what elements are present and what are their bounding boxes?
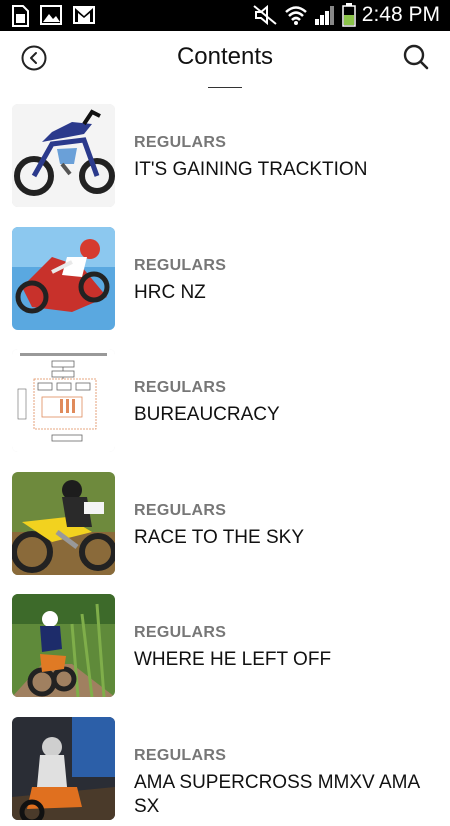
search-icon — [402, 43, 430, 71]
field-rider-photo — [12, 594, 115, 697]
sim-card-icon — [10, 5, 30, 27]
item-title: WHERE HE LEFT OFF — [134, 648, 434, 672]
status-time: 2:48 PM — [362, 3, 440, 27]
rider-jump-photo — [12, 227, 115, 330]
contents-list: REGULARS IT'S GAINING TRACKTION REGULARS… — [0, 91, 450, 826]
supercross-photo — [12, 717, 115, 820]
flowchart-document — [12, 349, 115, 452]
item-category: REGULARS — [134, 134, 226, 152]
battery-icon — [342, 3, 356, 27]
search-button[interactable] — [402, 43, 430, 71]
item-category: REGULARS — [134, 379, 226, 397]
item-category: REGULARS — [134, 624, 226, 642]
list-item[interactable]: REGULARS IT'S GAINING TRACKTION — [0, 91, 450, 214]
status-bar: 2:48 PM — [0, 0, 450, 31]
list-item[interactable]: REGULARS HRC NZ — [0, 214, 450, 337]
motorbike-photo — [12, 104, 115, 207]
page-title: Contents — [0, 43, 450, 71]
title-underline — [208, 87, 242, 88]
list-item[interactable]: REGULARS AMA SUPERCROSS MMXV AMA SX — [0, 704, 450, 826]
wifi-icon — [284, 4, 308, 26]
item-title: AMA SUPERCROSS MMXV AMA SX — [134, 771, 434, 819]
gmail-icon — [72, 5, 96, 27]
list-item[interactable]: REGULARS WHERE HE LEFT OFF — [0, 581, 450, 704]
item-category: REGULARS — [134, 747, 226, 765]
mute-icon — [252, 4, 278, 26]
item-title: HRC NZ — [134, 281, 434, 305]
item-title: RACE TO THE SKY — [134, 526, 434, 550]
app-header: Contents — [0, 31, 450, 91]
list-item[interactable]: REGULARS BUREAUCRACY — [0, 336, 450, 459]
item-category: REGULARS — [134, 502, 226, 520]
item-category: REGULARS — [134, 257, 226, 275]
image-icon — [40, 5, 62, 27]
item-title: IT'S GAINING TRACKTION — [134, 158, 434, 182]
item-title: BUREAUCRACY — [134, 403, 434, 427]
signal-icon — [314, 4, 336, 26]
yellow-bike-photo — [12, 472, 115, 575]
list-item[interactable]: REGULARS RACE TO THE SKY — [0, 459, 450, 582]
